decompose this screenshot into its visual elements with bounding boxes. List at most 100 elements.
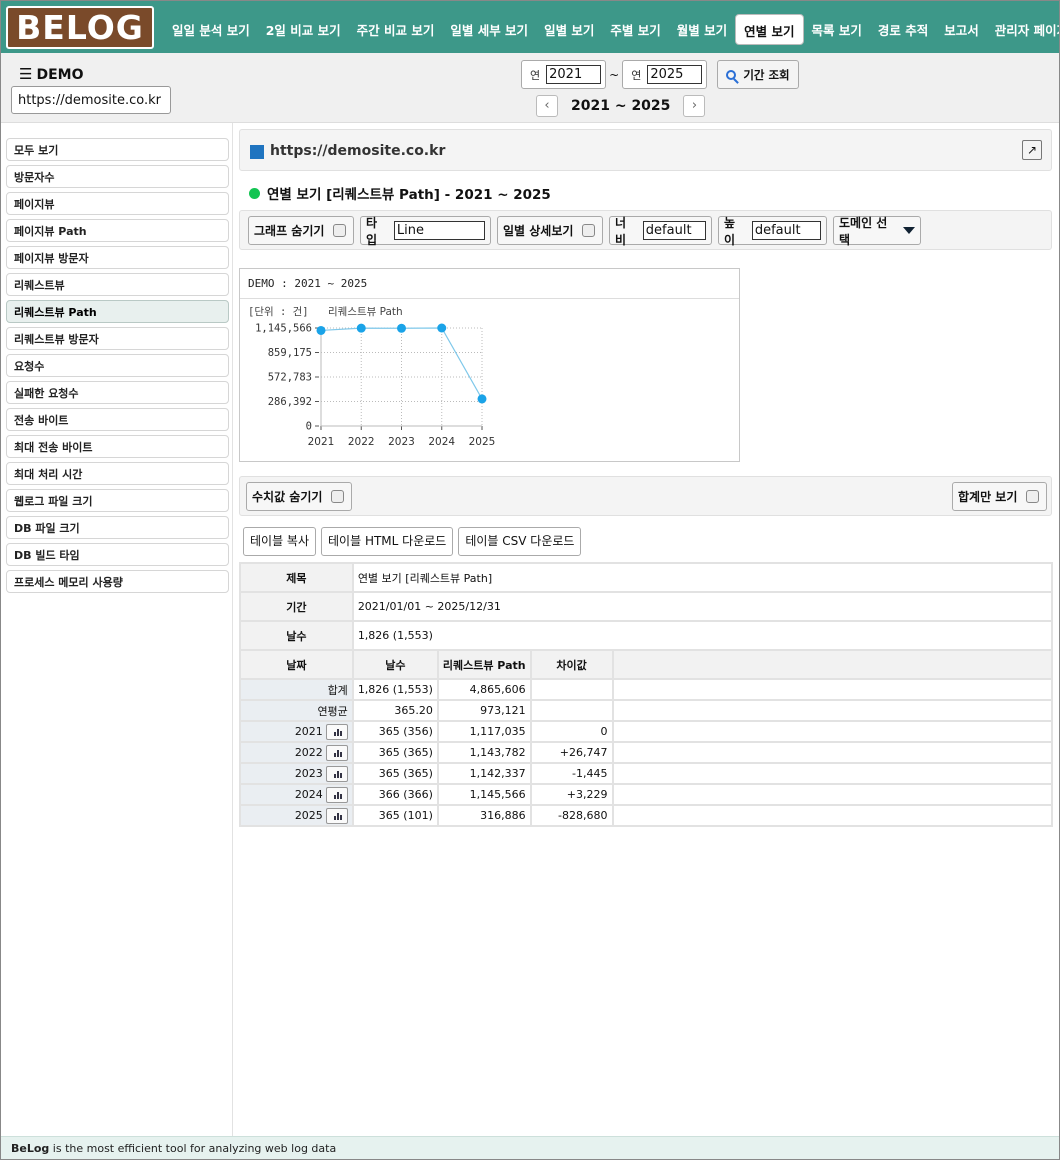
hide-graph-toggle[interactable]: 그래프 숨기기 xyxy=(248,216,354,245)
sidebar-item[interactable]: 리퀘스트뷰 방문자 xyxy=(6,327,229,350)
data-point xyxy=(356,323,366,333)
row-date: 2023 xyxy=(239,762,354,785)
sidebar-item[interactable]: 최대 전송 바이트 xyxy=(6,435,229,458)
site-bar: ☰ DEMO https://demosite.co.kr 연 2021 ~ 연 … xyxy=(1,53,1059,123)
daily-detail-toggle[interactable]: 일별 상세보기 xyxy=(497,216,603,245)
sidebar-item[interactable]: 실패한 요청수 xyxy=(6,381,229,404)
row-date: 연평균 xyxy=(239,699,354,722)
table-row: 2021 365 (356) 1,117,035 0 xyxy=(239,720,1053,743)
period-search-button[interactable]: 기간 조회 xyxy=(717,60,799,89)
period-pager: ‹ 2021 ~ 2025 › xyxy=(536,95,706,117)
bar-chart-icon[interactable] xyxy=(325,744,348,761)
next-period-button[interactable]: › xyxy=(683,95,706,117)
sidebar-item[interactable]: 페이지뷰 xyxy=(6,192,229,215)
row-date-text: 2024 xyxy=(294,787,323,801)
bar-chart-icon[interactable] xyxy=(325,765,348,782)
sidebar-item[interactable]: DB 파일 크기 xyxy=(6,516,229,539)
row-date-text: 합계 xyxy=(327,683,348,697)
hide-values-checkbox[interactable] xyxy=(331,490,345,503)
to-year-input[interactable]: 2025 xyxy=(647,65,703,84)
belog-logo[interactable]: BELOG xyxy=(6,6,154,49)
row-empty xyxy=(611,699,1053,722)
total-only-toggle[interactable]: 합계만 보기 xyxy=(952,482,1047,511)
info-label: 제목 xyxy=(239,562,354,593)
menu-icon[interactable]: ☰ xyxy=(19,65,32,83)
row-value: 4,865,606 xyxy=(436,678,532,701)
nav-item-5[interactable]: 주별 보기 xyxy=(602,14,668,45)
main-nav: 일일 분석 보기 2일 비교 보기 주간 비교 보기 일별 세부 보기 일별 보기 주별 … xyxy=(164,14,1059,45)
from-year-input[interactable]: 2021 xyxy=(546,65,602,84)
row-days: 1,826 (1,553) xyxy=(351,678,439,701)
prev-period-button[interactable]: ‹ xyxy=(536,95,558,117)
row-diff xyxy=(529,699,614,722)
column-header[interactable]: 차이값 xyxy=(529,649,614,680)
bar-chart-icon[interactable] xyxy=(325,786,348,803)
chart-series-label: 리퀘스트뷰 Path xyxy=(328,306,403,318)
download-csv-button[interactable]: 테이블 CSV 다운로드 xyxy=(458,527,582,556)
data-point xyxy=(477,394,487,404)
height-option: 높이 default xyxy=(718,216,827,247)
bar-chart-icon[interactable] xyxy=(325,723,348,740)
nav-item-2[interactable]: 주간 비교 보기 xyxy=(349,14,443,45)
row-diff: -1,445 xyxy=(529,762,614,785)
daily-detail-checkbox[interactable] xyxy=(582,224,596,237)
hide-graph-checkbox[interactable] xyxy=(333,224,347,237)
download-html-button[interactable]: 테이블 HTML 다운로드 xyxy=(321,527,454,556)
row-diff: 0 xyxy=(529,720,614,743)
external-link-icon[interactable]: ↗ xyxy=(1022,140,1042,160)
sidebar-item[interactable]: 요청수 xyxy=(6,354,229,377)
y-tick-label: 286,392 xyxy=(268,396,312,408)
y-tick-label: 859,175 xyxy=(268,347,312,359)
sidebar-item[interactable]: 페이지뷰 Path xyxy=(6,219,229,242)
height-input[interactable]: default xyxy=(751,221,821,240)
site-square-icon xyxy=(250,145,264,159)
nav-item-7[interactable]: 연별 보기 xyxy=(735,14,804,45)
bar-chart-icon[interactable] xyxy=(325,807,348,824)
url-header: https://demosite.co.kr ↗ xyxy=(239,129,1052,171)
sidebar-item[interactable]: 리퀘스트뷰 Path xyxy=(6,300,229,323)
nav-item-1[interactable]: 2일 비교 보기 xyxy=(258,14,349,45)
sidebar-item[interactable]: 프로세스 메모리 사용량 xyxy=(6,570,229,593)
sidebar-item[interactable]: 페이지뷰 방문자 xyxy=(6,246,229,269)
row-days: 365 (365) xyxy=(351,762,439,785)
column-header[interactable]: 리퀘스트뷰 Path xyxy=(436,649,532,680)
copy-table-button[interactable]: 테이블 복사 xyxy=(243,527,317,556)
row-value: 1,145,566 xyxy=(436,783,532,806)
sidebar-item[interactable]: 모두 보기 xyxy=(6,138,229,161)
nav-item-6[interactable]: 월별 보기 xyxy=(669,14,735,45)
caret-down-icon xyxy=(903,227,915,234)
chart-type-select[interactable]: Line xyxy=(393,221,485,240)
row-empty xyxy=(611,741,1053,764)
url-title: https://demosite.co.kr xyxy=(270,143,446,159)
nav-item-9[interactable]: 경로 추적 xyxy=(870,14,936,45)
sidebar-item[interactable]: 전송 바이트 xyxy=(6,408,229,431)
column-header[interactable]: 날짜 xyxy=(239,649,354,680)
row-diff: -828,680 xyxy=(529,804,614,827)
nav-item-0[interactable]: 일일 분석 보기 xyxy=(164,14,258,45)
sidebar-item[interactable]: 최대 처리 시간 xyxy=(6,462,229,485)
column-header[interactable]: 날수 xyxy=(351,649,439,680)
row-date: 2024 xyxy=(239,783,354,806)
report-title: 연별 보기 [리퀘스트뷰 Path] - 2021 ~ 2025 xyxy=(249,183,551,203)
sidebar-item[interactable]: 웹로그 파일 크기 xyxy=(6,489,229,512)
value-options-bar: 수치값 숨기기 합계만 보기 xyxy=(239,476,1052,516)
hide-values-toggle[interactable]: 수치값 숨기기 xyxy=(246,482,352,511)
width-input[interactable]: default xyxy=(642,221,706,240)
total-only-checkbox[interactable] xyxy=(1026,490,1040,503)
info-value: 연별 보기 [리퀘스트뷰 Path] xyxy=(351,562,1054,593)
period-text: 2021 ~ 2025 xyxy=(571,98,671,114)
sidebar-item[interactable]: 리퀘스트뷰 xyxy=(6,273,229,296)
nav-item-11[interactable]: 관리자 페이지 xyxy=(987,14,1059,45)
nav-item-4[interactable]: 일별 보기 xyxy=(536,14,602,45)
sidebar-item[interactable]: DB 빌드 타임 xyxy=(6,543,229,566)
nav-item-10[interactable]: 보고서 xyxy=(936,14,987,45)
site-url-field[interactable]: https://demosite.co.kr xyxy=(11,86,171,114)
data-point xyxy=(437,323,447,333)
row-days: 366 (366) xyxy=(351,783,439,806)
nav-item-8[interactable]: 목록 보기 xyxy=(804,14,870,45)
nav-item-3[interactable]: 일별 세부 보기 xyxy=(442,14,536,45)
domain-select-button[interactable]: 도메인 선택 xyxy=(833,216,921,247)
row-value: 316,886 xyxy=(436,804,532,827)
site-title[interactable]: ☰ DEMO xyxy=(19,65,83,83)
sidebar-item[interactable]: 방문자수 xyxy=(6,165,229,188)
